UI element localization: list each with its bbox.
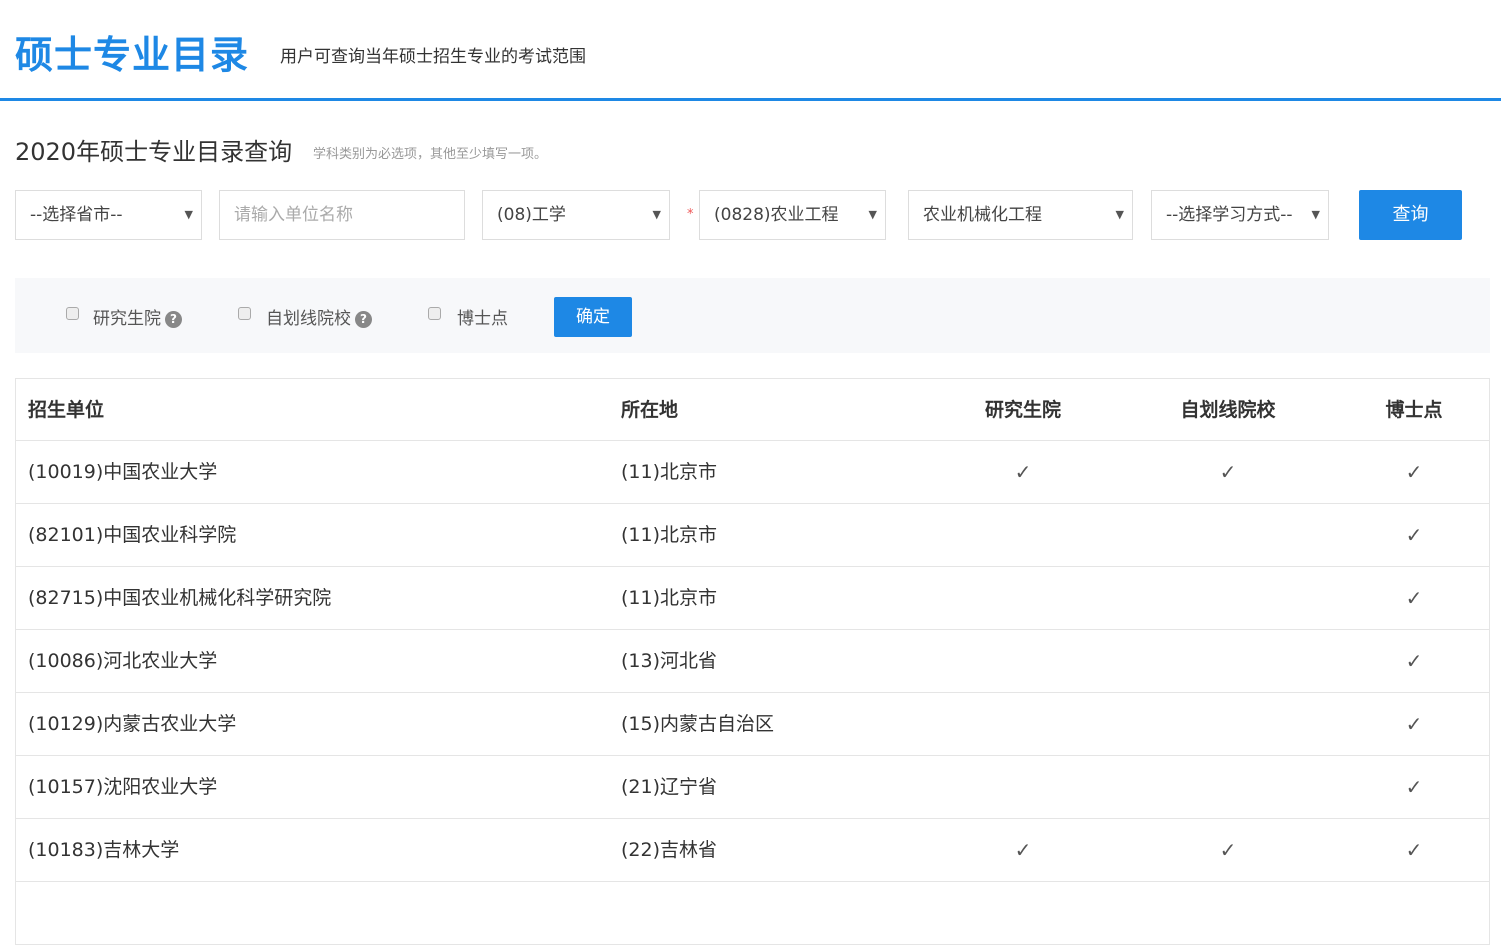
table-row[interactable]: (10183)吉林大学 (22)吉林省 ✓ ✓ ✓ <box>16 819 1489 882</box>
required-mark: * <box>687 207 694 222</box>
graduate-school-label: 研究生院? <box>93 304 182 329</box>
study-mode-value: --选择学习方式-- <box>1166 205 1293 225</box>
logo-title: 硕士专业目录 <box>15 33 250 77</box>
graduate-school-checkbox[interactable] <box>66 307 79 320</box>
confirm-button[interactable]: 确定 <box>554 297 632 337</box>
major-select[interactable]: 农业机械化工程 ▼ <box>908 190 1133 240</box>
discipline-value: (0828)农业工程 <box>714 205 839 225</box>
self-line-label: 自划线院校? <box>266 304 372 329</box>
query-hint: 学科类别为必选项，其他至少填写一项。 <box>313 147 548 162</box>
dropdown-arrow-icon: ▼ <box>868 208 877 221</box>
unit-name[interactable]: (10019)中国农业大学 <box>28 441 217 503</box>
header-location: 所在地 <box>621 399 679 421</box>
header-unit: 招生单位 <box>28 399 105 421</box>
table-row[interactable]: (10019)中国农业大学 (11)北京市 ✓ ✓ ✓ <box>16 441 1489 504</box>
check-icon: ✓ <box>1405 649 1423 673</box>
check-icon: ✓ <box>1014 838 1032 862</box>
location: (11)北京市 <box>621 461 718 483</box>
major-value: 农业机械化工程 <box>923 205 1042 225</box>
location: (11)北京市 <box>621 524 718 546</box>
table-row[interactable]: (10129)内蒙古农业大学 (15)内蒙古自治区 ✓ <box>16 693 1489 756</box>
help-icon[interactable]: ? <box>355 311 372 328</box>
header-subtitle: 用户可查询当年硕士招生专业的考试范围 <box>280 47 586 67</box>
province-value: --选择省市-- <box>30 205 123 225</box>
filter-bar: 研究生院? 自划线院校? 博士点 确定 <box>15 278 1490 353</box>
table-header: 招生单位 所在地 研究生院 自划线院校 博士点 <box>16 379 1489 441</box>
check-icon: ✓ <box>1405 775 1423 799</box>
location: (13)河北省 <box>621 650 718 672</box>
header-graduate-school: 研究生院 <box>984 399 1061 421</box>
table-row <box>16 882 1489 945</box>
dropdown-arrow-icon: ▼ <box>184 208 193 221</box>
query-title: 2020年硕士专业目录查询 <box>15 138 293 166</box>
results-table: 招生单位 所在地 研究生院 自划线院校 博士点 (10019)中国农业大学 (11… <box>15 378 1490 945</box>
help-icon[interactable]: ? <box>165 311 182 328</box>
dropdown-arrow-icon: ▼ <box>1115 208 1124 221</box>
table-row[interactable]: (10086)河北农业大学 (13)河北省 ✓ <box>16 630 1489 693</box>
header-self-line: 自划线院校 <box>1180 399 1276 421</box>
check-icon: ✓ <box>1405 712 1423 736</box>
doctoral-checkbox[interactable] <box>428 307 441 320</box>
check-icon: ✓ <box>1219 838 1237 862</box>
location: (11)北京市 <box>621 587 718 609</box>
check-icon: ✓ <box>1219 460 1237 484</box>
check-icon: ✓ <box>1405 838 1423 862</box>
unit-name[interactable]: (10183)吉林大学 <box>28 819 179 881</box>
category-value: (08)工学 <box>497 205 566 225</box>
check-icon: ✓ <box>1405 460 1423 484</box>
dropdown-arrow-icon: ▼ <box>652 208 661 221</box>
unit-name[interactable]: (82101)中国农业科学院 <box>28 504 236 566</box>
check-icon: ✓ <box>1405 523 1423 547</box>
table-row[interactable]: (10157)沈阳农业大学 (21)辽宁省 ✓ <box>16 756 1489 819</box>
location: (15)内蒙古自治区 <box>621 713 775 735</box>
unit-name[interactable]: (10129)内蒙古农业大学 <box>28 693 236 755</box>
page-header: 硕士专业目录 用户可查询当年硕士招生专业的考试范围 <box>0 0 1501 101</box>
check-icon: ✓ <box>1405 586 1423 610</box>
self-line-checkbox[interactable] <box>238 307 251 320</box>
dropdown-arrow-icon: ▼ <box>1311 208 1320 221</box>
unit-name[interactable]: (82715)中国农业机械化科学研究院 <box>28 567 331 629</box>
unit-name-input[interactable]: 请输入单位名称 <box>219 190 465 240</box>
unit-name[interactable]: (10086)河北农业大学 <box>28 630 217 692</box>
study-mode-select[interactable]: --选择学习方式-- ▼ <box>1151 190 1329 240</box>
location: (22)吉林省 <box>621 839 718 861</box>
table-row[interactable]: (82715)中国农业机械化科学研究院 (11)北京市 ✓ <box>16 567 1489 630</box>
province-select[interactable]: --选择省市-- ▼ <box>15 190 202 240</box>
discipline-select[interactable]: (0828)农业工程 ▼ <box>699 190 886 240</box>
header-doctoral: 博士点 <box>1385 399 1443 421</box>
location: (21)辽宁省 <box>621 776 718 798</box>
table-row[interactable]: (82101)中国农业科学院 (11)北京市 ✓ <box>16 504 1489 567</box>
doctoral-label: 博士点 <box>457 309 508 329</box>
check-icon: ✓ <box>1014 460 1032 484</box>
search-button[interactable]: 查询 <box>1359 190 1462 240</box>
category-select[interactable]: (08)工学 ▼ <box>482 190 670 240</box>
unit-name[interactable]: (10157)沈阳农业大学 <box>28 756 217 818</box>
